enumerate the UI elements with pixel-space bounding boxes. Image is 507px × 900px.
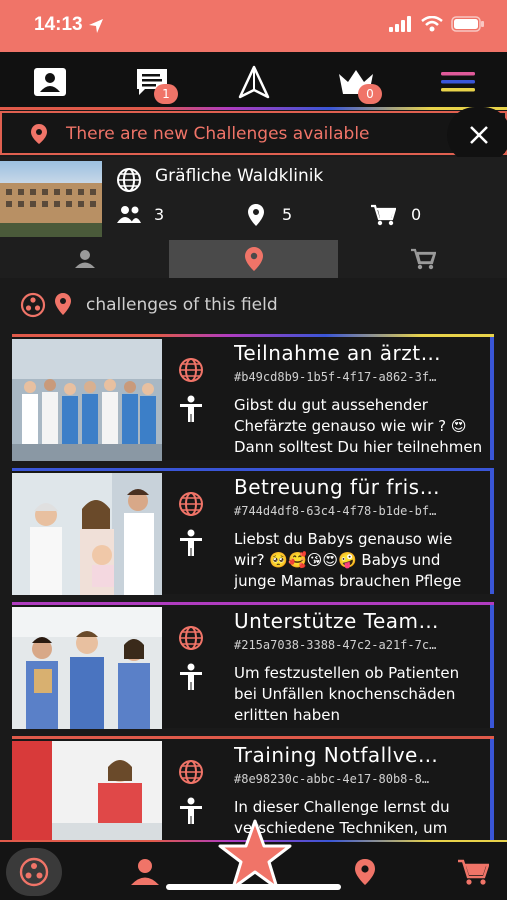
tab-people[interactable] [0, 240, 169, 278]
person-icon [131, 859, 159, 885]
globe-icon [179, 760, 203, 784]
hamburger-menu-icon [441, 72, 475, 92]
challenge-card[interactable]: Teilnahme an ärzt… #b49cd8b9-1b5f-4f17-a… [12, 334, 494, 461]
places-button[interactable] [348, 856, 382, 888]
menu-button[interactable] [438, 62, 478, 102]
challenge-title: Training Notfallve… [234, 743, 439, 767]
globe-icon [179, 492, 203, 516]
challenge-id: #215a7038-3388-47c2-a21f-7c… [234, 638, 437, 652]
banner-close-button[interactable] [447, 107, 507, 163]
challenge-description: Um festzustellen ob Patienten bei Unfäll… [234, 664, 460, 724]
challenges-logo-icon [20, 292, 46, 318]
card-accent-bar [490, 471, 494, 594]
challenge-card[interactable]: Unterstütze Team… #215a7038-3388-47c2-a2… [12, 602, 494, 729]
cart-icon [458, 859, 489, 885]
location-pin-icon [55, 293, 71, 315]
close-icon [470, 126, 488, 144]
section-title: challenges of this field [86, 295, 278, 315]
card-accent-bar [490, 739, 494, 840]
challenge-image-babies [12, 473, 162, 595]
status-icons [389, 16, 485, 32]
top-divider [0, 107, 507, 110]
challenge-id: #8e98230c-abbc-4e17-80b8-8… [234, 772, 430, 786]
tab-shop[interactable] [338, 240, 507, 278]
profile-button[interactable] [128, 856, 162, 888]
wifi-icon [421, 16, 443, 32]
place-name: Gräfliche Waldklinik [155, 166, 324, 186]
locations-count: 5 [282, 205, 293, 224]
challenge-description: Gibst du gut aussehender Chefärzte genau… [234, 396, 483, 456]
navigate-button[interactable] [234, 62, 274, 102]
status-time: 14:13 [34, 14, 83, 35]
signal-icon [389, 16, 411, 32]
home-button[interactable] [6, 848, 62, 896]
challenge-title: Unterstütze Team… [234, 609, 439, 633]
place-tabs [0, 240, 507, 278]
globe-icon [179, 626, 203, 650]
location-pin-icon [31, 124, 47, 144]
status-bar: 14:13 [0, 0, 507, 52]
location-pin-icon [244, 247, 263, 271]
challenge-image-first-aid [12, 741, 162, 843]
star-icon [218, 819, 292, 890]
battery-icon [451, 16, 484, 32]
place-info: Gräfliche Waldklinik 3 5 0 [0, 157, 507, 240]
challenges-logo-icon [19, 857, 49, 887]
challenge-title: Teilnahme an ärzt… [234, 341, 442, 365]
messages-badge: 1 [154, 84, 178, 104]
shop-button[interactable] [456, 856, 490, 888]
top-navigation: 1 0 [0, 52, 507, 109]
group-icon [117, 206, 141, 223]
navigation-arrow-icon [238, 65, 270, 99]
members-count: 3 [154, 205, 165, 224]
tab-locations[interactable] [169, 240, 338, 278]
card-accent-bar [490, 337, 494, 460]
new-challenges-banner[interactable]: There are new Challenges available [0, 107, 507, 163]
home-indicator[interactable] [166, 884, 341, 890]
place-thumbnail [0, 161, 102, 237]
single-person-icon [180, 529, 202, 556]
challenge-title: Betreuung für fris… [234, 475, 441, 499]
challenge-image-doctors [12, 339, 162, 461]
challenge-description: Liebst du Babys genauso wie wir? 🥺🥰😘😍🤪 B… [234, 530, 462, 590]
cart-icon [371, 204, 396, 226]
profile-card-button[interactable] [30, 62, 70, 102]
ranking-button[interactable]: 0 [336, 62, 382, 104]
cart-count: 0 [411, 205, 422, 224]
single-person-icon [180, 663, 202, 690]
location-pin-icon [248, 204, 264, 226]
section-header: challenges of this field [0, 278, 507, 334]
challenge-id: #744d4df8-63c4-4f78-b1de-bf… [234, 504, 437, 518]
star-button[interactable] [218, 818, 292, 894]
single-person-icon [180, 797, 202, 824]
location-arrow-icon [89, 19, 103, 33]
cart-icon [410, 248, 436, 270]
location-pin-icon [355, 859, 375, 885]
globe-icon [117, 168, 141, 192]
challenge-card[interactable]: Betreuung für fris… #744d4df8-63c4-4f78-… [12, 468, 494, 595]
crown-badge: 0 [358, 84, 382, 104]
messages-button[interactable]: 1 [132, 62, 178, 104]
banner-text: There are new Challenges available [66, 124, 370, 144]
globe-icon [179, 358, 203, 382]
id-card-icon [34, 68, 66, 96]
challenge-id: #b49cd8b9-1b5f-4f17-a862-3f… [234, 370, 437, 384]
bottom-navigation [0, 819, 507, 900]
card-accent-bar [490, 605, 494, 728]
single-person-icon [180, 395, 202, 422]
card-divider [12, 334, 494, 337]
challenge-image-team [12, 607, 162, 729]
building-image [0, 183, 102, 237]
person-icon [74, 250, 95, 268]
